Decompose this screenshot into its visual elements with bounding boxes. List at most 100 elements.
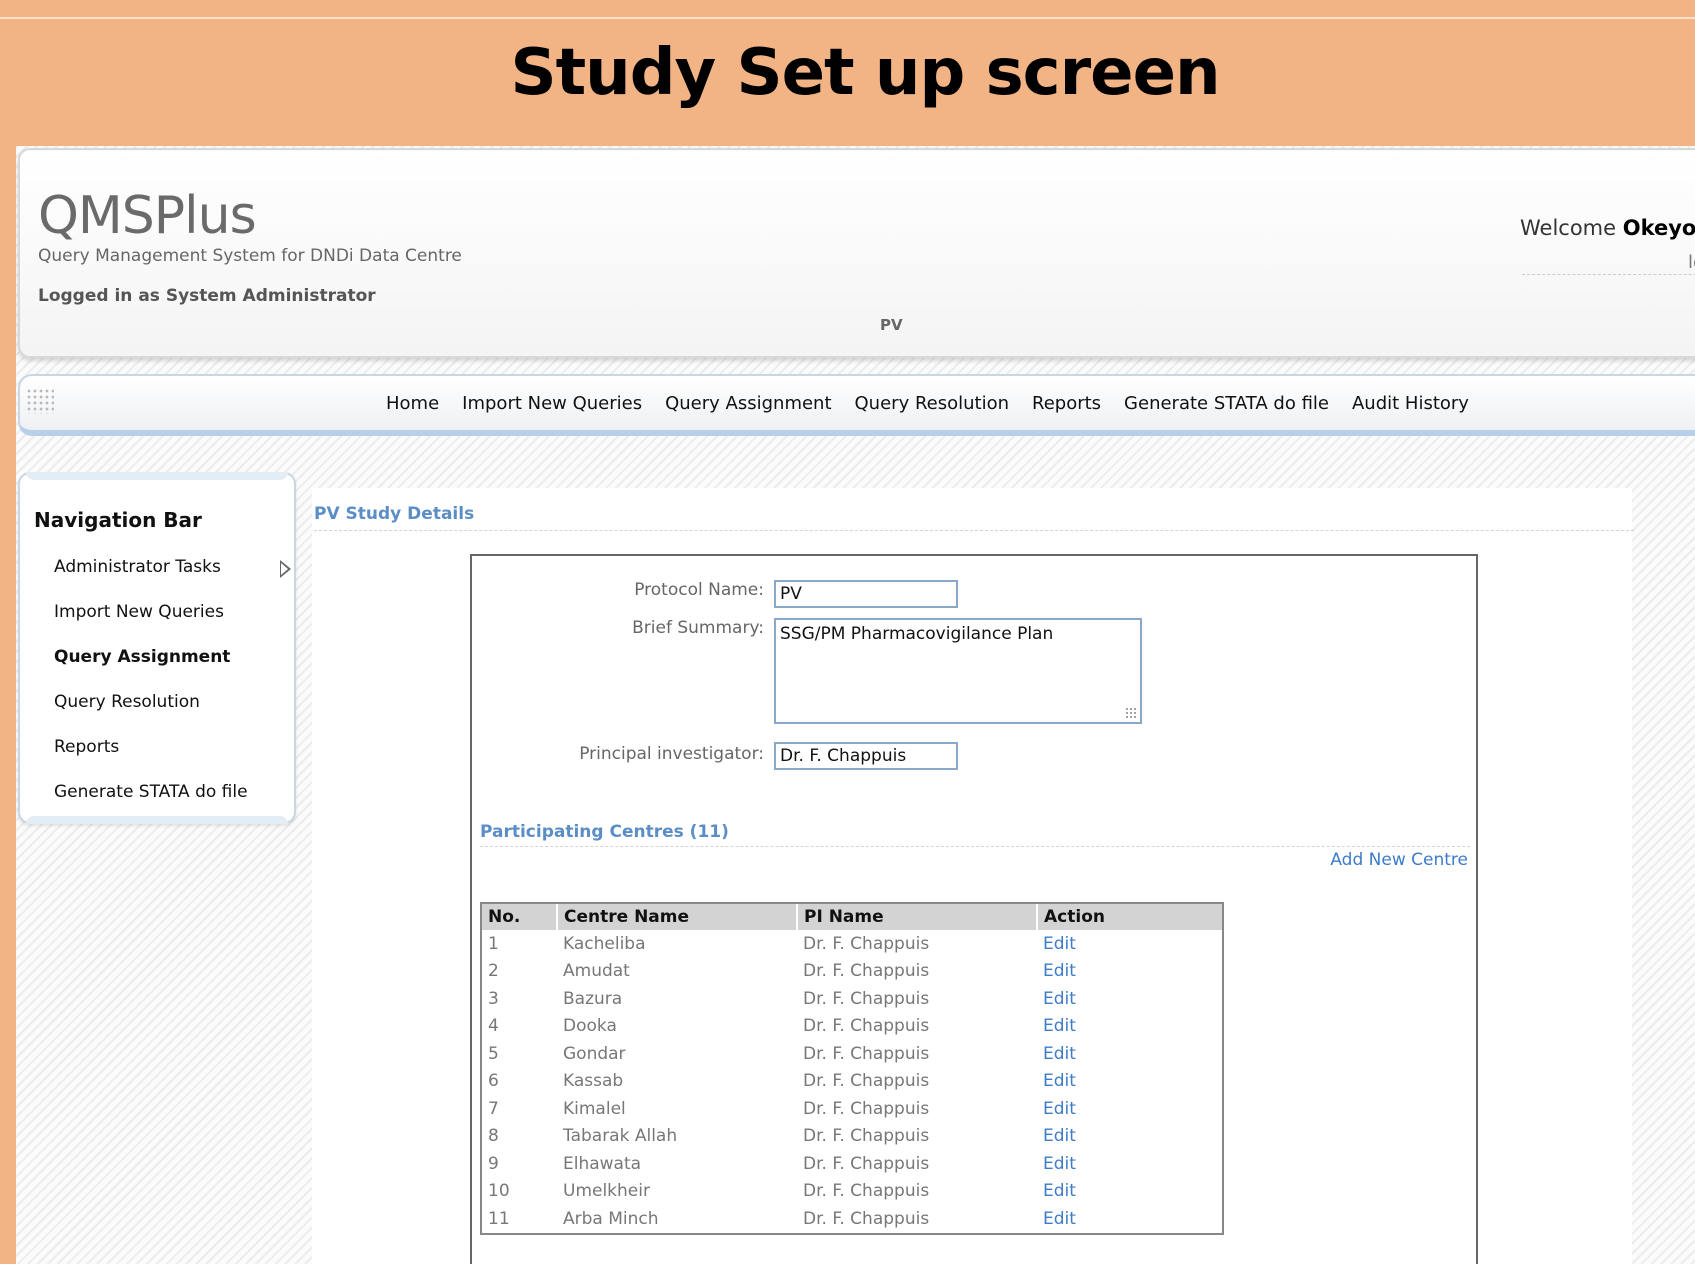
table-row: 3 Bazura Dr. F. Chappuis Edit	[482, 985, 1222, 1013]
table-cell: Dr. F. Chappuis	[803, 1016, 930, 1037]
table-cell: 11	[488, 1208, 510, 1229]
table-cell: Tabarak Allah	[563, 1126, 678, 1147]
table-cell: 10	[488, 1181, 510, 1202]
logout-link[interactable]: lo	[1688, 252, 1695, 273]
table-cell: Dr. F. Chappuis	[803, 1126, 930, 1147]
topnav-item-import-new-queries[interactable]: Import New Queries	[462, 393, 642, 414]
welcome-prefix: Welcome	[1520, 216, 1623, 240]
table-cell: 6	[488, 1071, 499, 1092]
table-cell: 1	[488, 933, 499, 954]
topnav-item-generate-stata-do-file[interactable]: Generate STATA do file	[1124, 393, 1329, 414]
centres-divider	[480, 846, 1470, 847]
table-cell: Kacheliba	[563, 933, 646, 954]
table-row: 4 Dooka Dr. F. Chappuis Edit	[482, 1013, 1222, 1041]
sidebar-list: Administrator Tasks Import New Queries Que…	[54, 554, 248, 824]
edit-link[interactable]: Edit	[1037, 1150, 1222, 1178]
table-cell: Dr. F. Chappuis	[803, 961, 930, 982]
table-row: 8 Tabarak Allah Dr. F. Chappuis Edit	[482, 1123, 1222, 1151]
sidebar-item-query-resolution[interactable]: Query Resolution	[54, 689, 248, 734]
drag-grip-icon[interactable]	[26, 388, 54, 414]
table-row: 5 Gondar Dr. F. Chappuis Edit	[482, 1040, 1222, 1068]
table-cell: Dr. F. Chappuis	[803, 1153, 930, 1174]
principal-investigator-input[interactable]	[774, 742, 958, 770]
topnav-item-home[interactable]: Home	[386, 393, 439, 414]
table-cell: Bazura	[563, 988, 623, 1009]
welcome-divider	[1522, 274, 1695, 275]
table-cell: 2	[488, 961, 499, 982]
top-nav-items: Home Import New Queries Query Assignment Qu…	[386, 376, 1492, 430]
column-header-pi-name: PI Name	[797, 904, 1038, 930]
table-cell: Kimalel	[563, 1098, 626, 1119]
slide-top-line	[0, 17, 1695, 19]
edit-link[interactable]: Edit	[1037, 1178, 1222, 1206]
table-row: 11 Arba Minch Dr. F. Chappuis Edit	[482, 1205, 1222, 1233]
edit-link[interactable]: Edit	[1037, 1205, 1222, 1233]
table-cell: 3	[488, 988, 499, 1009]
sidebar-item-generate-stata-do-file[interactable]: Generate STATA do file	[54, 779, 248, 824]
topnav-item-audit-history[interactable]: Audit History	[1352, 393, 1469, 414]
table-cell: Elhawata	[563, 1153, 642, 1174]
topnav-item-query-resolution[interactable]: Query Resolution	[855, 393, 1009, 414]
sidebar-item-query-assignment[interactable]: Query Assignment	[54, 644, 248, 689]
table-cell: Dr. F. Chappuis	[803, 1208, 930, 1229]
topnav-item-query-assignment[interactable]: Query Assignment	[665, 393, 831, 414]
principal-investigator-label: Principal investigator:	[579, 744, 764, 764]
topnav-item-reports[interactable]: Reports	[1032, 393, 1101, 414]
edit-link[interactable]: Edit	[1037, 958, 1222, 986]
table-cell: Dr. F. Chappuis	[803, 933, 930, 954]
welcome-user: Okeyo,S	[1622, 216, 1695, 240]
table-cell: Arba Minch	[563, 1208, 659, 1229]
study-form: Protocol Name: Brief Summary: SSG/PM Pha…	[470, 554, 1478, 1264]
table-cell: Dr. F. Chappuis	[803, 1043, 930, 1064]
column-header-action: Action	[1037, 904, 1222, 930]
table-cell: Umelkheir	[563, 1181, 650, 1202]
brief-summary-value: SSG/PM Pharmacovigilance Plan	[780, 624, 1054, 644]
slide-title: Study Set up screen	[510, 36, 1220, 110]
app-screenshot: QMSPlus Query Management System for DNDi…	[16, 146, 1695, 1264]
add-new-centre-link[interactable]: Add New Centre	[1330, 850, 1468, 870]
centres-table-body: 1 Kacheliba Dr. F. Chappuis Edit 2 Amudat Dr. …	[482, 930, 1222, 1233]
sidebar-title: Navigation Bar	[34, 508, 202, 532]
sidebar-item-reports[interactable]: Reports	[54, 734, 248, 779]
protocol-name-label: Protocol Name:	[634, 580, 764, 600]
edit-link[interactable]: Edit	[1037, 985, 1222, 1013]
sidebar-item-administrator-tasks[interactable]: Administrator Tasks	[54, 554, 248, 599]
app-header: QMSPlus Query Management System for DNDi…	[18, 148, 1695, 358]
app-subtitle: Query Management System for DNDi Data Ce…	[38, 246, 462, 266]
resize-handle-icon[interactable]	[1125, 707, 1137, 719]
submenu-arrow-icon[interactable]	[280, 560, 291, 578]
edit-link[interactable]: Edit	[1037, 1123, 1222, 1151]
participating-centres-title: Participating Centres (11)	[480, 822, 729, 842]
logged-in-status: Logged in as System Administrator	[38, 286, 376, 306]
edit-link[interactable]: Edit	[1037, 1013, 1222, 1041]
protocol-name-input[interactable]	[774, 580, 958, 608]
edit-link[interactable]: Edit	[1037, 930, 1222, 958]
table-cell: 7	[488, 1098, 499, 1119]
table-cell: 4	[488, 1016, 499, 1037]
table-cell: Dooka	[563, 1016, 617, 1037]
table-cell: 9	[488, 1153, 499, 1174]
sidebar-item-import-new-queries[interactable]: Import New Queries	[54, 599, 248, 644]
study-details-title: PV Study Details	[314, 504, 475, 524]
table-row: 9 Elhawata Dr. F. Chappuis Edit	[482, 1150, 1222, 1178]
brief-summary-textarea[interactable]: SSG/PM Pharmacovigilance Plan	[774, 618, 1142, 724]
welcome-message: Welcome Okeyo,S	[1520, 216, 1695, 240]
table-cell: Dr. F. Chappuis	[803, 1098, 930, 1119]
table-cell: 8	[488, 1126, 499, 1147]
table-cell: Dr. F. Chappuis	[803, 988, 930, 1009]
table-row: 7 Kimalel Dr. F. Chappuis Edit	[482, 1095, 1222, 1123]
edit-link[interactable]: Edit	[1037, 1068, 1222, 1096]
table-row: 10 Umelkheir Dr. F. Chappuis Edit	[482, 1178, 1222, 1206]
edit-link[interactable]: Edit	[1037, 1095, 1222, 1123]
table-row: 1 Kacheliba Dr. F. Chappuis Edit	[482, 930, 1222, 958]
table-cell: 5	[488, 1043, 499, 1064]
column-header-centre-name: Centre Name	[557, 904, 798, 930]
edit-link[interactable]: Edit	[1037, 1040, 1222, 1068]
table-row: 2 Amudat Dr. F. Chappuis Edit	[482, 958, 1222, 986]
column-header-no-: No.	[482, 904, 558, 930]
table-cell: Amudat	[563, 961, 630, 982]
app-logo: QMSPlus	[38, 186, 257, 246]
brief-summary-label: Brief Summary:	[632, 618, 764, 638]
table-row: 6 Kassab Dr. F. Chappuis Edit	[482, 1068, 1222, 1096]
table-cell: Kassab	[563, 1071, 624, 1092]
